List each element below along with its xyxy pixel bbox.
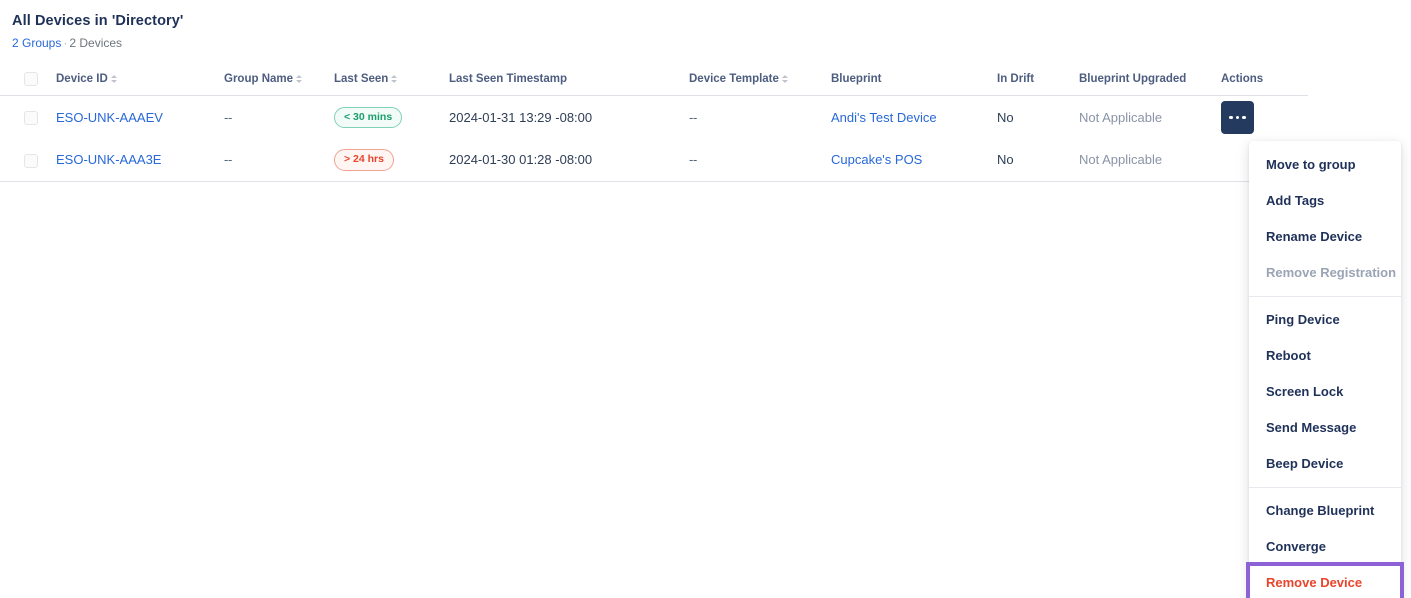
menu-separator <box>1249 296 1401 297</box>
ellipsis-icon <box>1235 115 1240 119</box>
blueprint-upgraded-value: Not Applicable <box>1079 152 1163 168</box>
ellipsis-icon <box>1242 115 1246 119</box>
column-header-device-id[interactable]: Device ID <box>56 66 224 96</box>
menu-item-add-tags[interactable]: Add Tags <box>1249 183 1401 219</box>
column-label-blueprint: Blueprint <box>831 73 882 85</box>
device-template-value: -- <box>689 109 698 125</box>
devices-table-container: Device ID Group Name Last Seen Last Seen… <box>0 66 1308 182</box>
column-header-blueprint: Blueprint <box>831 66 997 96</box>
last-seen-timestamp-value: 2024-01-31 13:29 -08:00 <box>449 109 593 125</box>
column-label-device-id: Device ID <box>56 73 108 85</box>
cell-last-seen-timestamp: 2024-01-31 13:29 -08:00 <box>449 96 689 139</box>
ellipsis-icon <box>1229 115 1233 119</box>
column-label-device-template: Device Template <box>689 73 779 85</box>
menu-item-beep-device[interactable]: Beep Device <box>1249 446 1401 482</box>
cell-device-id: ESO-UNK-AAA3E <box>56 138 224 182</box>
column-header-last-seen[interactable]: Last Seen <box>334 66 449 96</box>
cell-last-seen-timestamp: 2024-01-30 01:28 -08:00 <box>449 138 689 182</box>
table-header-row: Device ID Group Name Last Seen Last Seen… <box>0 66 1308 96</box>
cell-blueprint: Andi's Test Device <box>831 96 997 139</box>
menu-item-ping-device[interactable]: Ping Device <box>1249 302 1401 338</box>
cell-blueprint-upgraded: Not Applicable <box>1079 138 1221 182</box>
cell-device-template: -- <box>689 138 831 182</box>
devices-table: Device ID Group Name Last Seen Last Seen… <box>0 66 1308 182</box>
column-header-last-seen-timestamp: Last Seen Timestamp <box>449 66 689 96</box>
cell-device-id: ESO-UNK-AAAEV <box>56 96 224 139</box>
sort-icon[interactable] <box>110 75 118 83</box>
cell-actions <box>1221 96 1308 139</box>
column-header-actions: Actions <box>1221 66 1308 96</box>
device-id-link[interactable]: ESO-UNK-AAAEV <box>56 110 163 125</box>
menu-item-move-to-group[interactable]: Move to group <box>1249 147 1401 183</box>
row-actions-button[interactable] <box>1221 100 1254 134</box>
devices-count: 2 Devices <box>69 36 123 50</box>
row-checkbox[interactable] <box>24 111 38 126</box>
actions-dropdown-menu: Move to group Add Tags Rename Device Rem… <box>1246 141 1404 598</box>
cell-group-name: -- <box>224 96 334 139</box>
group-name-value: -- <box>224 109 233 125</box>
column-header-group-name[interactable]: Group Name <box>224 66 334 96</box>
devices-page: All Devices in 'Directory' 2 Groups · 2 De… <box>0 0 1411 598</box>
column-label-last-seen: Last Seen <box>334 73 389 85</box>
table-row: ESO-UNK-AAAEV -- < 30 mins 2024-01-31 13… <box>0 96 1308 139</box>
blueprint-link[interactable]: Cupcake's POS <box>831 152 922 167</box>
column-header-blueprint-upgraded: Blueprint Upgraded <box>1079 66 1221 96</box>
select-all-header <box>0 66 56 96</box>
group-name-value: -- <box>224 152 233 168</box>
page-subtitle: 2 Groups · 2 Devices <box>12 35 183 51</box>
table-header: Device ID Group Name Last Seen Last Seen… <box>0 66 1308 96</box>
column-label-group-name: Group Name <box>224 73 294 85</box>
cell-blueprint-upgraded: Not Applicable <box>1079 96 1221 139</box>
row-select-cell <box>0 138 56 182</box>
sort-icon[interactable] <box>781 75 789 83</box>
last-seen-badge: < 30 mins <box>334 106 403 128</box>
menu-item-reboot[interactable]: Reboot <box>1249 338 1401 374</box>
cell-in-drift: No <box>997 138 1079 182</box>
column-label-in-drift: In Drift <box>997 73 1035 85</box>
menu-item-remove-registration: Remove Registration <box>1266 265 1397 280</box>
blueprint-upgraded-value: Not Applicable <box>1079 109 1163 125</box>
last-seen-timestamp-value: 2024-01-30 01:28 -08:00 <box>449 152 593 168</box>
cell-device-template: -- <box>689 96 831 139</box>
menu-item-send-message[interactable]: Send Message <box>1249 410 1401 446</box>
page-title: All Devices in 'Directory' <box>12 13 184 29</box>
in-drift-value: No <box>997 152 1014 168</box>
menu-item-screen-lock[interactable]: Screen Lock <box>1249 374 1401 410</box>
select-all-checkbox[interactable] <box>24 72 38 86</box>
column-label-actions: Actions <box>1221 73 1264 85</box>
menu-item-converge[interactable]: Converge <box>1249 529 1401 565</box>
cell-blueprint: Cupcake's POS <box>831 138 997 182</box>
cell-last-seen: < 30 mins <box>334 96 449 139</box>
menu-separator <box>1249 487 1401 488</box>
device-template-value: -- <box>689 152 698 168</box>
menu-item-remove-device[interactable]: Remove Device <box>1246 562 1404 598</box>
blueprint-link[interactable]: Andi's Test Device <box>831 110 937 125</box>
column-label-blueprint-upgraded: Blueprint Upgraded <box>1079 73 1187 85</box>
sort-icon[interactable] <box>391 75 398 83</box>
table-body: ESO-UNK-AAAEV -- < 30 mins 2024-01-31 13… <box>0 96 1308 182</box>
column-header-device-template[interactable]: Device Template <box>689 66 831 96</box>
cell-group-name: -- <box>224 138 334 182</box>
cell-in-drift: No <box>997 96 1079 139</box>
in-drift-value: No <box>997 109 1014 125</box>
last-seen-badge: > 24 hrs <box>334 149 394 171</box>
groups-link[interactable]: 2 Groups <box>12 36 61 50</box>
sort-icon[interactable] <box>296 75 303 83</box>
table-row: ESO-UNK-AAA3E -- > 24 hrs 2024-01-30 01:… <box>0 138 1308 182</box>
column-header-in-drift: In Drift <box>997 66 1079 96</box>
column-label-last-seen-timestamp: Last Seen Timestamp <box>449 73 568 85</box>
menu-item-rename-device[interactable]: Rename Device <box>1249 219 1401 255</box>
menu-item-change-blueprint[interactable]: Change Blueprint <box>1249 493 1401 529</box>
device-id-link[interactable]: ESO-UNK-AAA3E <box>56 152 161 167</box>
page-header: All Devices in 'Directory' 2 Groups · 2 De… <box>12 12 183 51</box>
row-select-cell <box>0 96 56 139</box>
row-checkbox[interactable] <box>24 153 38 168</box>
cell-last-seen: > 24 hrs <box>334 138 449 182</box>
